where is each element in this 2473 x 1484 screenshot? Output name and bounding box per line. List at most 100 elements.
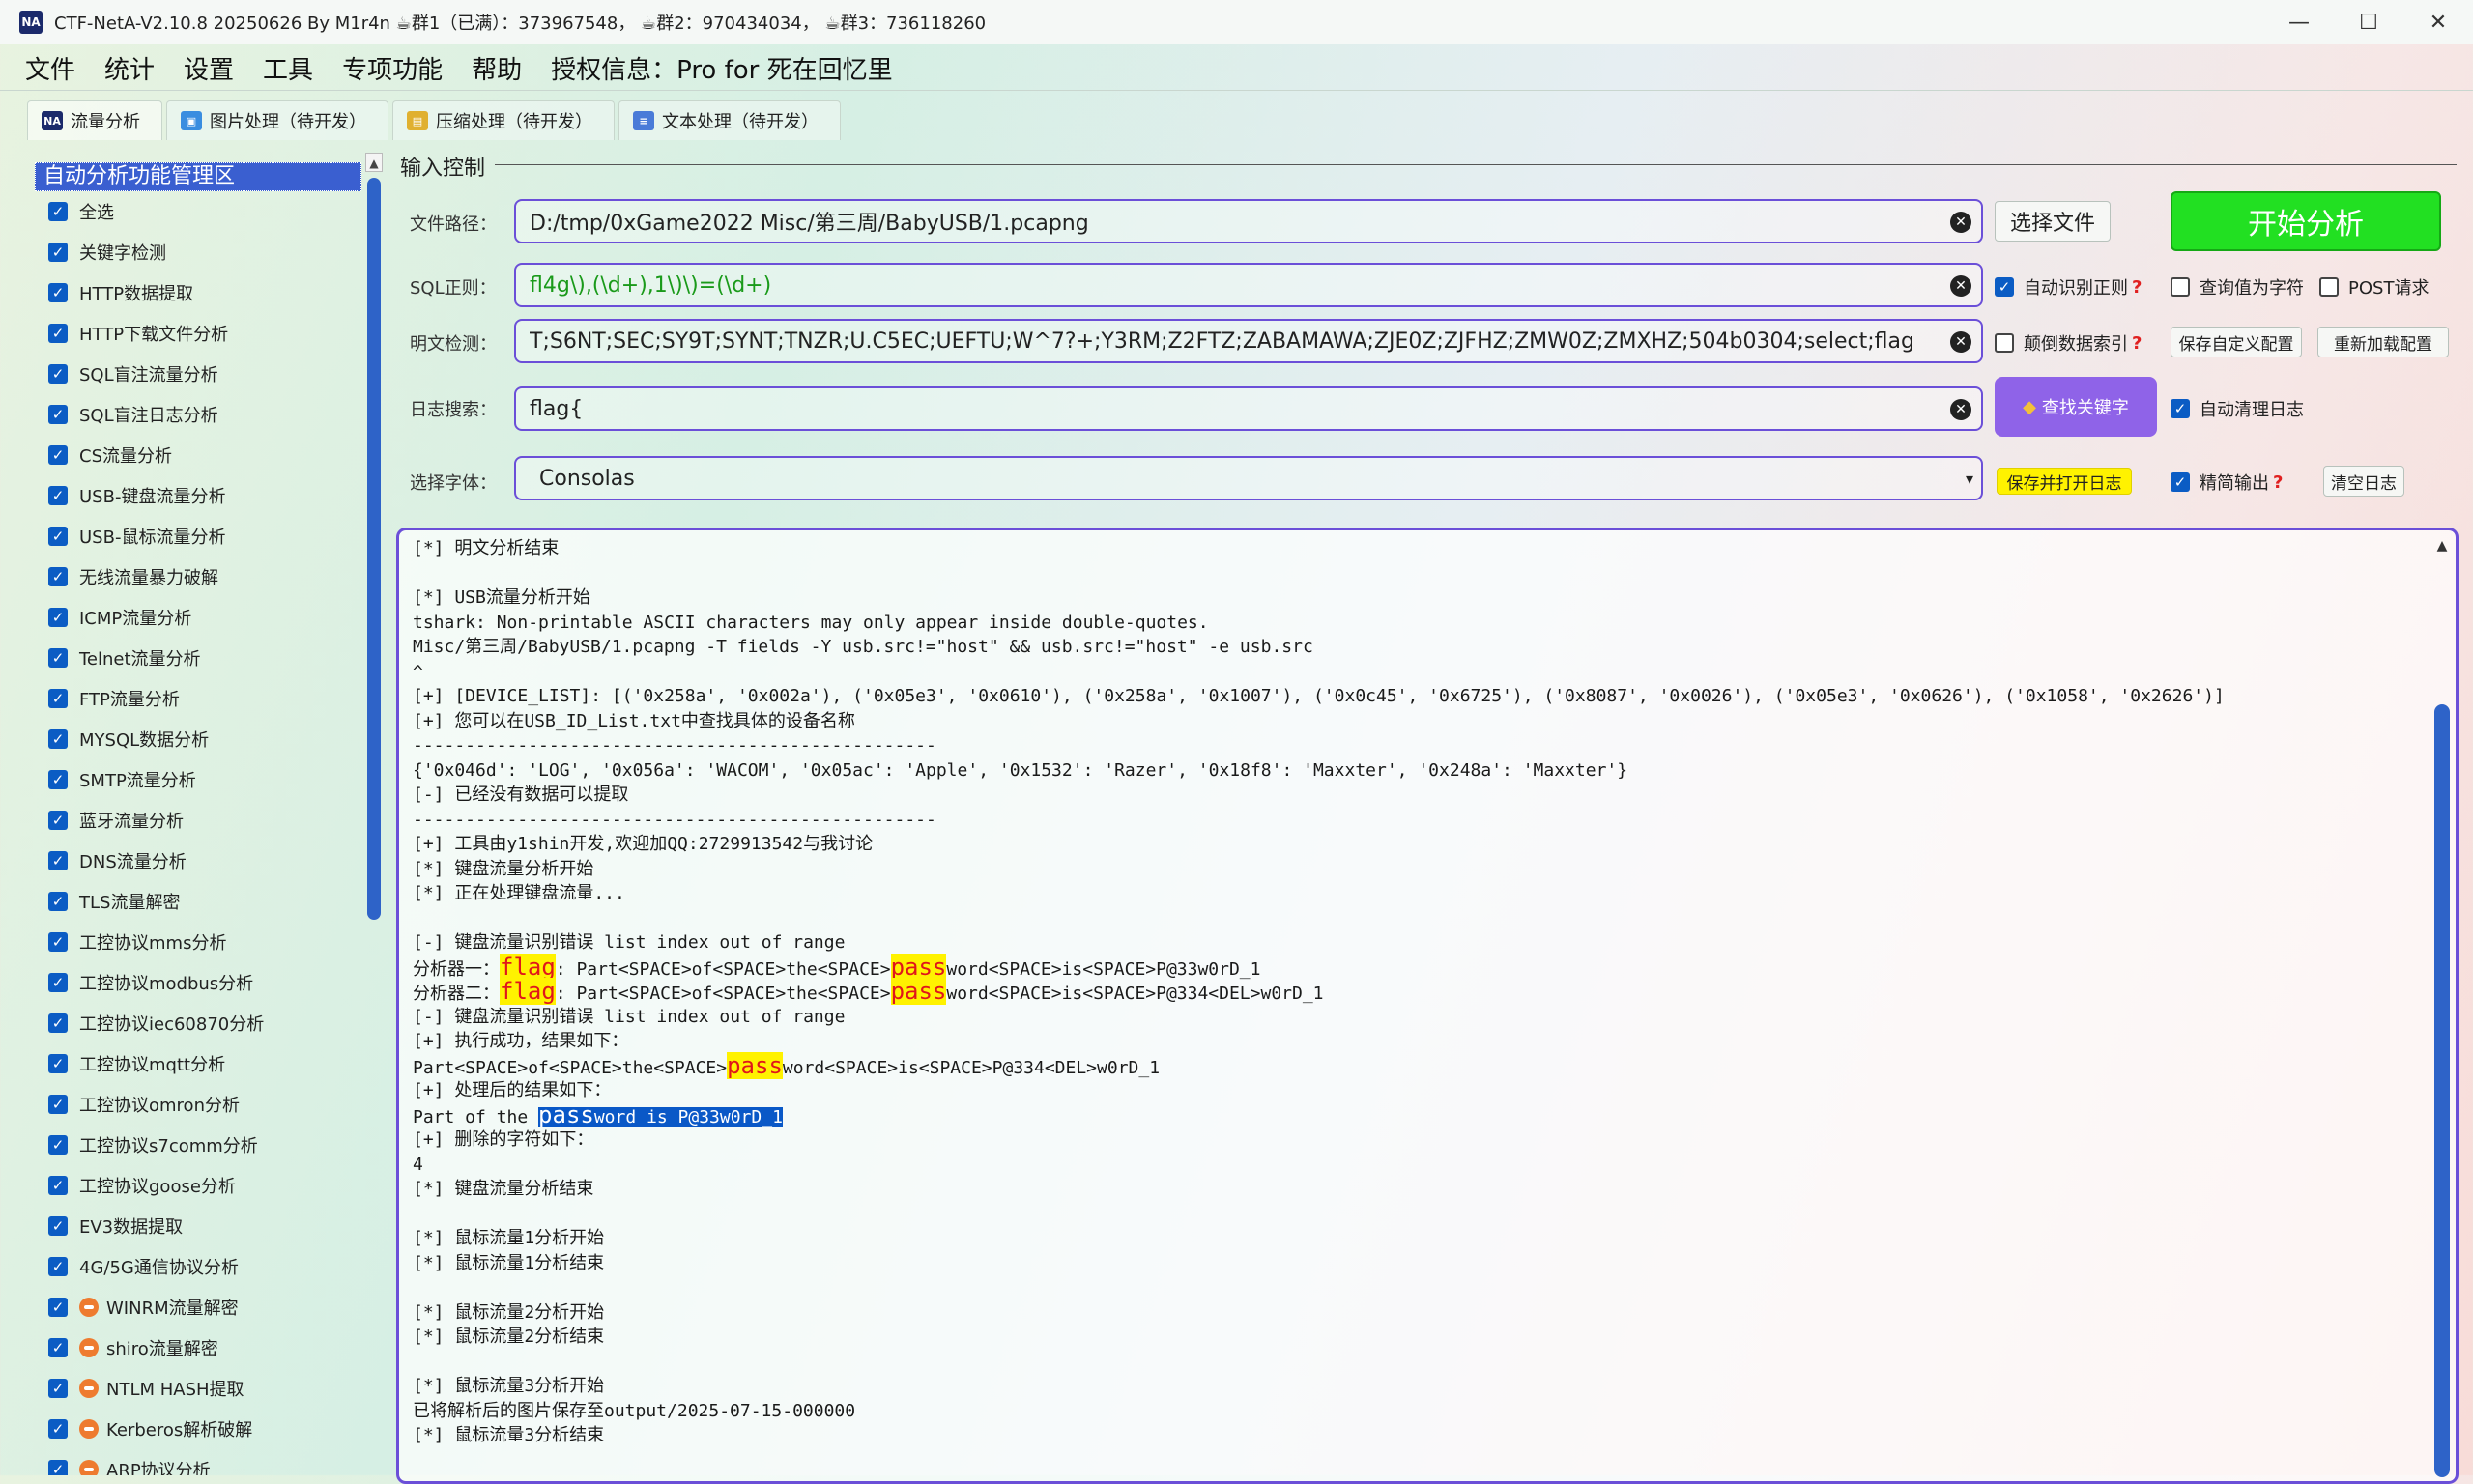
plaintext-field[interactable]: ✕ xyxy=(514,319,1983,363)
checkbox-checked-icon[interactable]: ✓ xyxy=(48,770,68,789)
checkbox-checked-icon[interactable]: ✓ xyxy=(48,1379,68,1398)
sidebar-item[interactable]: ✓ ICMP流量分析 xyxy=(35,597,361,638)
sidebar-item[interactable]: ✓ 工控协议mms分析 xyxy=(35,922,361,962)
menu-stats[interactable]: 统计 xyxy=(101,50,158,86)
clear-log-button[interactable]: 清空日志 xyxy=(2323,466,2404,497)
scroll-corner-icon[interactable]: ▲ xyxy=(2434,538,2450,554)
sidebar-item[interactable]: ✓ SQL盲注流量分析 xyxy=(35,354,361,394)
sidebar-item[interactable]: ✓ 关键字检测 xyxy=(35,232,361,272)
checkbox-checked-icon[interactable]: ✓ xyxy=(48,527,68,546)
font-select-dropdown[interactable]: Consolas ▾ xyxy=(514,456,1983,500)
checkbox-checked-icon[interactable]: ✓ xyxy=(48,1460,68,1475)
reverse-index-checkbox[interactable]: 颠倒数据索引 ? xyxy=(1995,330,2142,356)
checkbox-checked-icon[interactable]: ✓ xyxy=(48,445,68,465)
sidebar-item[interactable]: ✓ WINRM流量解密 xyxy=(35,1287,361,1327)
maximize-button[interactable]: ☐ xyxy=(2334,0,2403,44)
sidebar-item[interactable]: ✓ SMTP流量分析 xyxy=(35,759,361,800)
sidebar-scrollbar[interactable] xyxy=(367,178,381,920)
checkbox-checked-icon[interactable]: ✓ xyxy=(48,364,68,384)
checkbox-checked-icon[interactable]: ✓ xyxy=(48,1419,68,1439)
checkbox-checked-icon[interactable]: ✓ xyxy=(48,1054,68,1073)
save-open-log-button[interactable]: 保存并打开日志 xyxy=(1997,468,2132,495)
checkbox-checked-icon[interactable]: ✓ xyxy=(48,892,68,911)
sidebar-item[interactable]: ✓ MYSQL数据分析 xyxy=(35,719,361,759)
log-search-input[interactable] xyxy=(528,395,1923,422)
checkbox-checked-icon[interactable]: ✓ xyxy=(48,324,68,343)
checkbox-checked-icon[interactable]: ✓ xyxy=(48,567,68,586)
help-icon[interactable]: ? xyxy=(2273,472,2283,493)
checkbox-checked-icon[interactable]: ✓ xyxy=(48,689,68,708)
checkbox-checked-icon[interactable]: ✓ xyxy=(48,811,68,830)
checkbox-checked-icon[interactable]: ✓ xyxy=(48,486,68,505)
selected-text[interactable]: password is P@33w0rD_1 xyxy=(538,1102,783,1127)
sidebar-item[interactable]: ✓ 无线流量暴力破解 xyxy=(35,556,361,597)
post-request-checkbox[interactable]: POST请求 xyxy=(2319,274,2429,300)
checkbox-checked-icon[interactable]: ✓ xyxy=(48,1013,68,1033)
log-search-field[interactable]: ✕ xyxy=(514,386,1983,431)
sidebar-item[interactable]: ✓ TLS流量解密 xyxy=(35,881,361,922)
checkbox-checked-icon[interactable]: ✓ xyxy=(48,932,68,952)
help-icon[interactable]: ? xyxy=(2132,333,2142,354)
sidebar-item[interactable]: ✓ USB-鼠标流量分析 xyxy=(35,516,361,556)
checkbox-checked-icon[interactable]: ✓ xyxy=(48,1257,68,1276)
reload-config-button[interactable]: 重新加载配置 xyxy=(2317,327,2449,357)
file-path-field[interactable]: ✕ xyxy=(514,199,1983,243)
checkbox-checked-icon[interactable]: ✓ xyxy=(48,1176,68,1195)
sidebar-item[interactable]: ✓ CS流量分析 xyxy=(35,435,361,475)
close-button[interactable]: ✕ xyxy=(2403,0,2473,44)
sidebar-item[interactable]: ✓ shiro流量解密 xyxy=(35,1327,361,1368)
auto-clear-log-checkbox[interactable]: ✓ 自动清理日志 xyxy=(2171,396,2304,421)
query-as-char-checkbox[interactable]: 查询值为字符 xyxy=(2171,274,2304,300)
chevron-down-icon[interactable]: ▾ xyxy=(1966,470,1973,488)
log-output[interactable]: [*] 明文分析结束 [*] USB流量分析开始 tshark: Non-print… xyxy=(396,528,2459,1484)
sql-regex-input[interactable] xyxy=(528,271,1923,299)
checkbox-checked-icon[interactable]: ✓ xyxy=(48,973,68,992)
sidebar-item[interactable]: ✓ 全选 xyxy=(35,191,361,232)
checkbox-checked-icon[interactable]: ✓ xyxy=(48,202,68,221)
tab-traffic-analysis[interactable]: NA 流量分析 xyxy=(27,100,162,140)
help-icon[interactable]: ? xyxy=(2132,277,2142,298)
sidebar-item[interactable]: ✓ EV3数据提取 xyxy=(35,1206,361,1246)
select-file-button[interactable]: 选择文件 xyxy=(1995,201,2111,242)
menu-help[interactable]: 帮助 xyxy=(468,50,526,86)
sidebar-item[interactable]: ✓ USB-键盘流量分析 xyxy=(35,475,361,516)
checkbox-checked-icon[interactable]: ✓ xyxy=(48,1095,68,1114)
checkbox-checked-icon[interactable]: ✓ xyxy=(48,608,68,627)
sidebar-item[interactable]: ✓ 工控协议omron分析 xyxy=(35,1084,361,1125)
plaintext-input[interactable] xyxy=(528,328,1923,355)
find-keyword-button[interactable]: ◆ 查找关键字 xyxy=(1995,377,2157,437)
checkbox-checked-icon[interactable]: ✓ xyxy=(48,851,68,870)
checkbox-checked-icon[interactable]: ✓ xyxy=(48,243,68,262)
sidebar-item[interactable]: ✓ 4G/5G通信协议分析 xyxy=(35,1246,361,1287)
sidebar-item[interactable]: ✓ 工控协议modbus分析 xyxy=(35,962,361,1003)
sidebar-item[interactable]: ✓ 工控协议mqtt分析 xyxy=(35,1043,361,1084)
menu-settings[interactable]: 设置 xyxy=(180,50,238,86)
sidebar-item[interactable]: ✓ 工控协议iec60870分析 xyxy=(35,1003,361,1043)
sidebar-item[interactable]: ✓ HTTP数据提取 xyxy=(35,272,361,313)
menu-special[interactable]: 专项功能 xyxy=(338,50,446,86)
tab-text-processing[interactable]: ≡ 文本处理（待开发） xyxy=(618,100,841,140)
checkbox-checked-icon[interactable]: ✓ xyxy=(48,1298,68,1317)
sidebar-item[interactable]: ✓ Kerberos解析破解 xyxy=(35,1409,361,1449)
minimize-button[interactable]: — xyxy=(2264,0,2334,44)
concise-output-checkbox[interactable]: ✓ 精简输出 ? xyxy=(2171,470,2283,495)
menu-tools[interactable]: 工具 xyxy=(259,50,317,86)
sidebar-item[interactable]: ✓ 工控协议goose分析 xyxy=(35,1165,361,1206)
sidebar-item[interactable]: ✓ HTTP下载文件分析 xyxy=(35,313,361,354)
tab-image-processing[interactable]: ▣ 图片处理（待开发） xyxy=(166,100,388,140)
clear-icon[interactable]: ✕ xyxy=(1950,275,1971,297)
checkbox-checked-icon[interactable]: ✓ xyxy=(48,729,68,749)
sidebar-item[interactable]: ✓ SQL盲注日志分析 xyxy=(35,394,361,435)
checkbox-checked-icon[interactable]: ✓ xyxy=(48,405,68,424)
sidebar-item[interactable]: ✓ ARP协议分析 xyxy=(35,1449,361,1475)
start-analysis-button[interactable]: 开始分析 xyxy=(2171,191,2441,251)
file-path-input[interactable] xyxy=(528,208,1923,235)
tab-archive-processing[interactable]: ▤ 压缩处理（待开发） xyxy=(392,100,615,140)
sidebar-item[interactable]: ✓ FTP流量分析 xyxy=(35,678,361,719)
scroll-up-arrow-icon[interactable]: ▲ xyxy=(365,153,383,172)
sidebar-item[interactable]: ✓ Telnet流量分析 xyxy=(35,638,361,678)
checkbox-checked-icon[interactable]: ✓ xyxy=(48,1338,68,1357)
sidebar-item[interactable]: ✓ 工控协议s7comm分析 xyxy=(35,1125,361,1165)
checkbox-checked-icon[interactable]: ✓ xyxy=(48,283,68,302)
checkbox-checked-icon[interactable]: ✓ xyxy=(48,1216,68,1236)
